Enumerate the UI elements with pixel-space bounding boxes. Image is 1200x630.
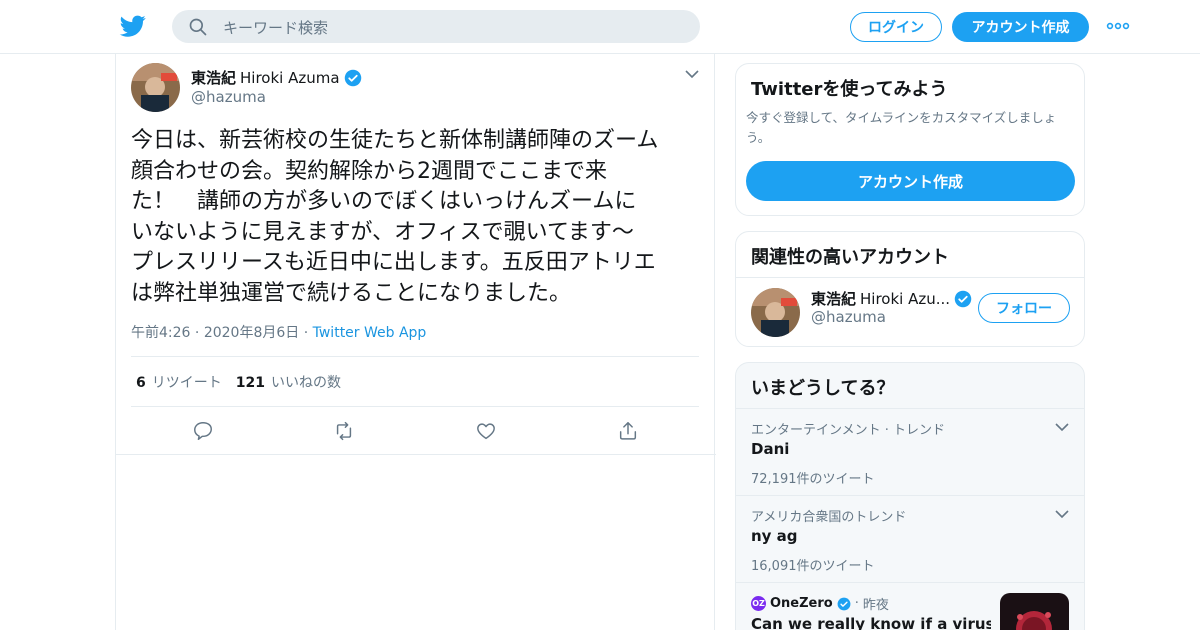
news-time: 昨夜 bbox=[862, 598, 889, 613]
follow-button[interactable]: フォロー bbox=[978, 293, 1070, 323]
trend-context: エンターテインメント · トレンド bbox=[751, 423, 946, 438]
twitter-bird-icon[interactable] bbox=[119, 13, 147, 39]
related-account-name[interactable]: 東浩紀 Hiroki Azu... bbox=[811, 288, 972, 309]
author-name[interactable]: 東浩紀 Hiroki Azuma bbox=[191, 67, 362, 88]
retweet-label: リツイート bbox=[151, 375, 222, 391]
related-account-handle[interactable]: @hazuma bbox=[811, 308, 886, 326]
retweet-stat[interactable]: 6 リツイート bbox=[136, 372, 222, 392]
retweet-icon[interactable] bbox=[333, 420, 355, 442]
trend-context: アメリカ合衆国のトレンド bbox=[751, 510, 907, 525]
news-item[interactable]: OZ OneZero · 昨夜 Can we really know if a … bbox=[736, 582, 1084, 630]
trend-count: 72,191件のツイート bbox=[751, 472, 875, 487]
divider bbox=[131, 356, 699, 357]
tweet-date[interactable]: 2020年8月6日 bbox=[204, 325, 299, 341]
tweet-time[interactable]: 午前4:26 bbox=[131, 325, 190, 341]
verified-badge-icon bbox=[837, 597, 851, 610]
related-accounts-title: 関連性の高いアカウント bbox=[751, 247, 949, 268]
related-account-name-en[interactable]: Hiroki Azu... bbox=[860, 290, 950, 308]
signup-button[interactable]: アカウント作成 bbox=[952, 12, 1089, 42]
verified-badge-icon bbox=[954, 290, 972, 307]
signup-card-description: 今すぐ登録して、タイムラインをカスタマイズしましょう。 bbox=[746, 110, 1057, 145]
author-handle[interactable]: @hazuma bbox=[191, 88, 266, 106]
related-accounts-card: 関連性の高いアカウント 東浩紀 Hiroki Azu... @hazuma フォ… bbox=[735, 231, 1085, 347]
trend-item[interactable]: エンターテインメント · トレンド Dani 72,191件のツイート bbox=[736, 408, 1084, 495]
news-source-logo: OZ bbox=[751, 596, 766, 611]
author-name-jp[interactable]: 東浩紀 bbox=[191, 67, 236, 88]
news-time-separator: · bbox=[854, 596, 859, 611]
search-icon bbox=[189, 18, 207, 36]
top-navigation-bar: キーワード検索 ログイン アカウント作成 bbox=[0, 0, 1200, 54]
tweet-actions bbox=[116, 420, 716, 444]
chevron-down-icon[interactable] bbox=[684, 68, 700, 80]
trends-card: いまどうしてる？ エンターテインメント · トレンド Dani 72,191件の… bbox=[735, 362, 1085, 630]
chevron-down-icon[interactable] bbox=[1055, 422, 1069, 432]
tweet-text: 今日は、新芸術校の生徒たちと新体制講師陣のズーム 顔合わせの会。契約解除から2週… bbox=[131, 128, 659, 306]
tweet-timestamp: 午前4:26 · 2020年8月6日 · Twitter Web App bbox=[131, 322, 426, 342]
tweet-column: 東浩紀 Hiroki Azuma @hazuma 今日は、新芸術校の生徒たちと新… bbox=[115, 54, 716, 630]
meta-separator: · bbox=[194, 325, 204, 341]
divider bbox=[131, 406, 699, 407]
verified-badge-icon bbox=[344, 69, 361, 86]
like-stat[interactable]: 121 いいねの数 bbox=[236, 372, 341, 392]
signup-card-title: Twitterを使ってみよう bbox=[751, 79, 948, 100]
news-source-name: OneZero bbox=[770, 596, 833, 611]
news-headline[interactable]: Can we really know if a virus was bbox=[751, 615, 991, 630]
like-icon[interactable] bbox=[475, 420, 497, 442]
trend-name[interactable]: Dani bbox=[751, 440, 789, 458]
trends-title: いまどうしてる？ bbox=[751, 378, 895, 399]
divider bbox=[116, 454, 716, 455]
meta-separator: · bbox=[303, 325, 313, 341]
author-avatar[interactable] bbox=[131, 63, 180, 112]
news-source: OZ OneZero · 昨夜 bbox=[751, 594, 889, 613]
more-dots-icon[interactable] bbox=[1106, 16, 1130, 36]
retweet-count: 6 bbox=[136, 375, 146, 391]
divider bbox=[736, 277, 1084, 278]
share-icon[interactable] bbox=[617, 420, 639, 442]
tweet-stats: 6 リツイート 121 いいねの数 bbox=[136, 372, 341, 392]
reply-icon[interactable] bbox=[192, 420, 214, 442]
trend-name[interactable]: ny ag bbox=[751, 527, 798, 545]
signup-card-button[interactable]: アカウント作成 bbox=[746, 161, 1075, 201]
signup-card: Twitterを使ってみよう 今すぐ登録して、タイムラインをカスタマイズしましょ… bbox=[735, 63, 1085, 216]
news-thumbnail[interactable] bbox=[1000, 593, 1069, 630]
author-name-en[interactable]: Hiroki Azuma bbox=[240, 69, 340, 87]
login-button[interactable]: ログイン bbox=[850, 12, 942, 42]
search-placeholder[interactable]: キーワード検索 bbox=[223, 17, 328, 38]
like-label: いいねの数 bbox=[270, 375, 341, 391]
like-count: 121 bbox=[235, 375, 265, 391]
chevron-down-icon[interactable] bbox=[1055, 509, 1069, 519]
trend-item[interactable]: アメリカ合衆国のトレンド ny ag 16,091件のツイート bbox=[736, 495, 1084, 582]
trend-count: 16,091件のツイート bbox=[751, 559, 875, 574]
tweet-source-link[interactable]: Twitter Web App bbox=[313, 325, 427, 341]
related-account-name-jp[interactable]: 東浩紀 bbox=[811, 288, 856, 309]
related-account-avatar[interactable] bbox=[751, 288, 800, 337]
search-bar[interactable]: キーワード検索 bbox=[172, 10, 700, 43]
